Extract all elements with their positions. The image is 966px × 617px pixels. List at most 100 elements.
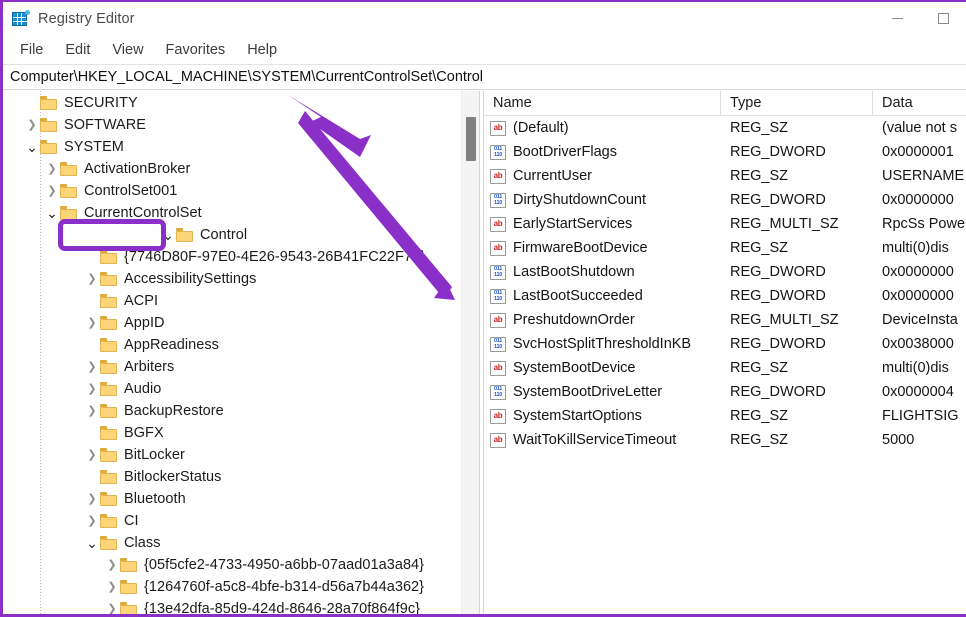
tree-item-system[interactable]: ⌄ SYSTEM [3,136,461,158]
tree-item--1264760f-a5c8-4bfe-b314-d56a7b44a362-[interactable]: ❯ {1264760f-a5c8-4bfe-b314-d56a7b44a362} [3,576,461,598]
chevron-down-icon[interactable]: ⌄ [160,228,176,242]
tree-item-label: AppReadiness [124,337,219,353]
value-row[interactable]: ab PreshutdownOrder REG_MULTI_SZ DeviceInst… [484,308,966,332]
tree-scrollbar[interactable] [461,91,479,614]
tree-item-ci[interactable]: ❯ CI [3,510,461,532]
value-row[interactable]: ab SystemBootDevice REG_SZ multi(0)dis [484,356,966,380]
value-row[interactable]: 011 110 LastBootSucceeded REG_DWORD 0x000000… [484,284,966,308]
value-row[interactable]: 011 110 SystemBootDriveLetter REG_DWORD 0x00… [484,380,966,404]
value-name: SystemStartOptions [513,408,642,424]
tree-item-label: SOFTWARE [64,117,147,133]
chevron-right-icon[interactable]: ❯ [84,317,100,329]
tree-item-bitlockerstatus[interactable]: BitlockerStatus [3,466,461,488]
value-type: REG_DWORD [730,288,826,304]
value-row[interactable]: 011 110 DirtyShutdownCount REG_DWORD 0x00000… [484,188,966,212]
minimize-button[interactable] [874,2,920,35]
tree-item-backuprestore[interactable]: ❯ BackupRestore [3,400,461,422]
menu-favorites[interactable]: Favorites [155,39,237,61]
address-bar[interactable]: Computer\HKEY_LOCAL_MACHINE\SYSTEM\Curre… [3,64,966,90]
value-name-cell: ab WaitToKillServiceTimeout [484,428,721,452]
tree-item--13e42dfa-85d9-424d-8646-28a70f864f9c-[interactable]: ❯ {13e42dfa-85d9-424d-8646-28a70f864f9c} [3,598,461,614]
tree-item-arbiters[interactable]: ❯ Arbiters [3,356,461,378]
registry-tree-panel: SECURITY ❯ SOFTWARE ⌄ SYSTEM ❯ ActivationBroke… [3,91,479,614]
value-row[interactable]: ab CurrentUser REG_SZ USERNAME [484,164,966,188]
tree-item-currentcontrolset[interactable]: ⌄ CurrentControlSet [3,202,461,224]
tree-item-label: ActivationBroker [84,161,191,177]
value-row[interactable]: 011 110 LastBootShutdown REG_DWORD 0x0000000 [484,260,966,284]
menu-view[interactable]: View [101,39,154,61]
chevron-right-icon[interactable]: ❯ [84,361,100,373]
chevron-right-icon[interactable]: ❯ [84,273,100,285]
chevron-right-icon[interactable]: ❯ [84,405,100,417]
value-row[interactable]: ab SystemStartOptions REG_SZ FLIGHTSIG [484,404,966,428]
value-row[interactable]: ab WaitToKillServiceTimeout REG_SZ 5000 [484,428,966,452]
tree-item-security[interactable]: SECURITY [3,92,461,114]
chevron-right-icon[interactable]: ❯ [104,603,120,614]
column-header-name[interactable]: Name [484,91,721,116]
chevron-right-icon[interactable]: ❯ [44,185,60,197]
value-name: SvcHostSplitThresholdInKB [513,336,692,352]
tree-item-appreadiness[interactable]: AppReadiness [3,334,461,356]
chevron-right-icon[interactable]: ❯ [104,581,120,593]
tree-item--7746d80f-97e0-4e26-9543-26b41fc22f79-[interactable]: {7746D80F-97E0-4E26-9543-26B41FC22F79} [3,246,461,268]
chevron-down-icon[interactable]: ⌄ [84,536,100,550]
tree-item-bgfx[interactable]: BGFX [3,422,461,444]
value-type: REG_SZ [730,168,789,184]
tree-item-label: CurrentControlSet [84,205,202,221]
folder-icon [100,360,117,374]
value-data: USERNAME [882,168,965,184]
chevron-right-icon[interactable]: ❯ [84,493,100,505]
tree-item-label: {05f5cfe2-4733-4950-a6bb-07aad01a3a84} [144,557,425,573]
tree-item-class[interactable]: ⌄ Class [3,532,461,554]
tree-item-appid[interactable]: ❯ AppID [3,312,461,334]
chevron-right-icon[interactable]: ❯ [24,119,40,131]
tree-item-audio[interactable]: ❯ Audio [3,378,461,400]
chevron-down-icon[interactable]: ⌄ [24,140,40,154]
column-header-type[interactable]: Type [721,91,873,116]
tree-item--05f5cfe2-4733-4950-a6bb-07aad01a3a84-[interactable]: ❯ {05f5cfe2-4733-4950-a6bb-07aad01a3a84} [3,554,461,576]
dword-value-icon: 011 110 [490,144,506,160]
value-type: REG_SZ [730,240,789,256]
tree-item-acpi[interactable]: ACPI [3,290,461,312]
value-name-cell: ab (Default) [484,116,721,140]
folder-icon [40,96,57,110]
folder-icon [176,228,193,242]
value-row[interactable]: ab (Default) REG_SZ (value not s [484,116,966,140]
value-row[interactable]: ab EarlyStartServices REG_MULTI_SZ RpcSs Po… [484,212,966,236]
folder-icon [120,558,137,572]
tree-scrollbar-thumb[interactable] [466,117,476,161]
menu-file[interactable]: File [9,39,54,61]
value-type: REG_SZ [730,360,789,376]
tree-item-bluetooth[interactable]: ❯ Bluetooth [3,488,461,510]
folder-icon [100,294,117,308]
chevron-right-icon[interactable]: ❯ [104,559,120,571]
tree-item-accessibilitysettings[interactable]: ❯ AccessibilitySettings [3,268,461,290]
chevron-down-icon[interactable]: ⌄ [44,206,60,220]
folder-icon [60,162,77,176]
registry-tree[interactable]: SECURITY ❯ SOFTWARE ⌄ SYSTEM ❯ ActivationBroke… [3,91,461,614]
tree-item-control[interactable]: ⌄ Control [3,224,461,246]
value-row[interactable]: 011 110 SvcHostSplitThresholdInKB REG_DWORD… [484,332,966,356]
string-value-icon: ab [490,312,506,328]
column-header-data[interactable]: Data [873,91,966,116]
maximize-button[interactable] [920,2,966,35]
menu-edit[interactable]: Edit [54,39,101,61]
chevron-right-icon[interactable]: ❯ [84,515,100,527]
tree-item-software[interactable]: ❯ SOFTWARE [3,114,461,136]
tree-item-controlset001[interactable]: ❯ ControlSet001 [3,180,461,202]
folder-icon [100,448,117,462]
folder-icon [100,492,117,506]
value-row[interactable]: ab FirmwareBootDevice REG_SZ multi(0)dis [484,236,966,260]
value-row[interactable]: 011 110 BootDriverFlags REG_DWORD 0x0000001 [484,140,966,164]
chevron-right-icon[interactable]: ❯ [84,383,100,395]
menu-help[interactable]: Help [236,39,288,61]
value-name: LastBootShutdown [513,264,635,280]
chevron-right-icon[interactable]: ❯ [44,163,60,175]
tree-item-activationbroker[interactable]: ❯ ActivationBroker [3,158,461,180]
dword-value-icon: 011 110 [490,264,506,280]
value-data: 0x0000000 [882,192,954,208]
tree-item-bitlocker[interactable]: ❯ BitLocker [3,444,461,466]
value-type: REG_SZ [730,408,789,424]
chevron-right-icon[interactable]: ❯ [84,449,100,461]
string-value-icon: ab [490,360,506,376]
